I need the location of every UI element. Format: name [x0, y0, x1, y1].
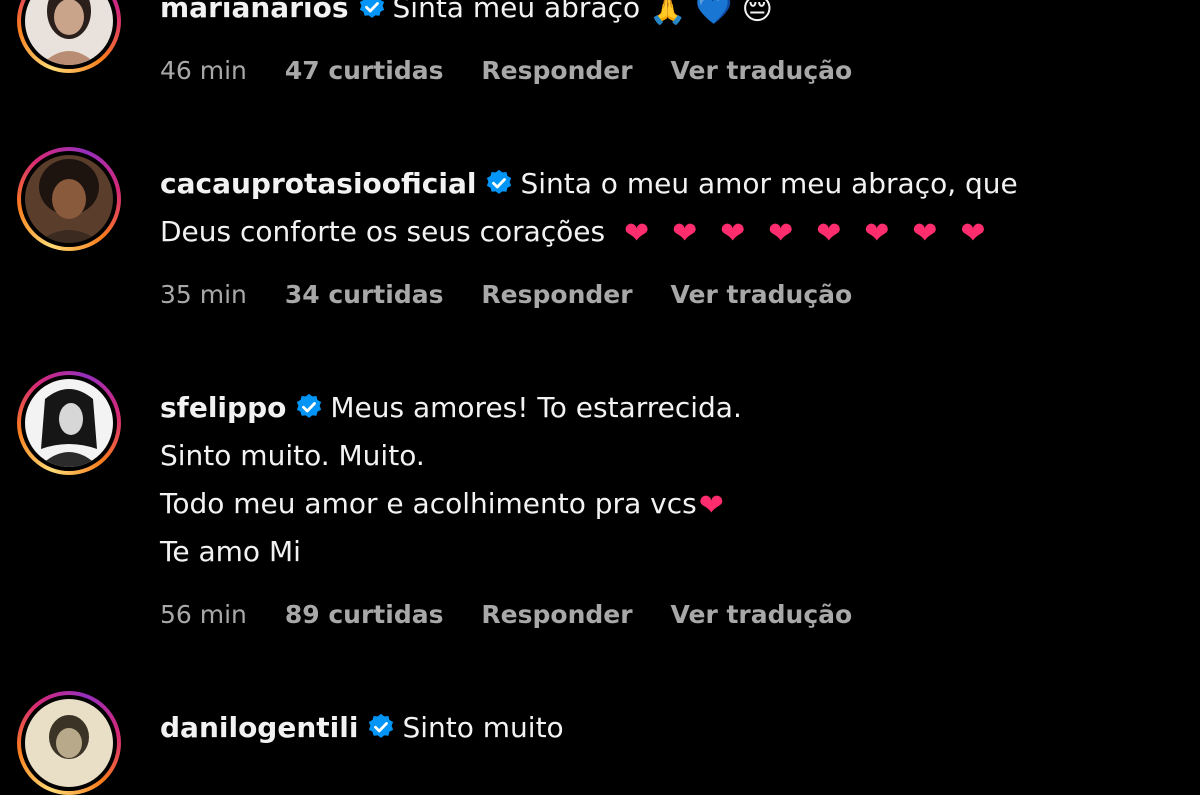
- heart-emoji: ❤: [672, 216, 698, 251]
- heart-emoji: ❤: [624, 216, 650, 251]
- heart-emoji: ❤: [768, 216, 794, 251]
- heart-emoji: ❤: [912, 216, 938, 251]
- translate-button[interactable]: Ver tradução: [671, 280, 853, 309]
- comment-username[interactable]: marianarios: [160, 0, 349, 24]
- avatar-story-ring[interactable]: [17, 0, 121, 73]
- comment-text: Todo meu amor e acolhimento pra vcs: [160, 487, 697, 520]
- avatar[interactable]: [25, 699, 113, 787]
- comment-text: Sinta o meu amor meu abraço, que: [520, 167, 1018, 200]
- comment-text: Deus conforte os seus corações: [160, 215, 606, 248]
- reply-button[interactable]: Responder: [481, 56, 632, 85]
- heart-emoji: ❤: [960, 216, 986, 251]
- comment-likes[interactable]: 47 curtidas: [285, 56, 444, 85]
- comment-time: 56 min: [160, 600, 247, 629]
- avatar-story-ring[interactable]: [17, 371, 121, 475]
- emoji: 💙: [695, 0, 733, 27]
- verified-badge-icon: [294, 392, 324, 422]
- comment-likes[interactable]: 89 curtidas: [285, 600, 444, 629]
- heart-emoji: ❤: [864, 216, 890, 251]
- reply-button[interactable]: Responder: [481, 280, 632, 309]
- comment-text: Meus amores! To estarrecida.: [330, 391, 742, 424]
- comment-meta: 56 min 89 curtidas Responder Ver traduçã…: [160, 600, 882, 629]
- translate-button[interactable]: Ver tradução: [671, 56, 853, 85]
- translate-button[interactable]: Ver tradução: [671, 600, 853, 629]
- comment-text: Te amo Mi: [160, 535, 301, 568]
- avatar[interactable]: [25, 379, 113, 467]
- comment-time: 35 min: [160, 280, 247, 309]
- emoji: 😔: [741, 0, 773, 27]
- heart-emoji: ❤: [816, 216, 842, 251]
- verified-badge-icon: [484, 168, 514, 198]
- verified-badge-icon: [366, 712, 396, 742]
- comment-text: Sinta meu abraço: [392, 0, 641, 24]
- comment-text: Sinto muito. Muito.: [160, 439, 425, 472]
- comment-likes[interactable]: 34 curtidas: [285, 280, 444, 309]
- comment-meta: 35 min 34 curtidas Responder Ver traduçã…: [160, 280, 882, 309]
- avatar[interactable]: [25, 155, 113, 243]
- comment-text: Sinto muito: [402, 711, 564, 744]
- heart-emoji: ❤: [720, 216, 746, 251]
- comment-meta: 46 min 47 curtidas Responder Ver traduçã…: [160, 56, 882, 85]
- avatar-story-ring[interactable]: [17, 691, 121, 795]
- reply-button[interactable]: Responder: [481, 600, 632, 629]
- heart-emoji: ❤: [698, 488, 724, 523]
- comment-username[interactable]: cacauprotasiooficial: [160, 167, 476, 200]
- comment-time: 46 min: [160, 56, 247, 85]
- emoji: 🙏: [649, 0, 687, 27]
- comment-username[interactable]: danilogentili: [160, 711, 358, 744]
- comment-username[interactable]: sfelippo: [160, 391, 286, 424]
- verified-badge-icon: [357, 0, 387, 22]
- avatar-story-ring[interactable]: [17, 147, 121, 251]
